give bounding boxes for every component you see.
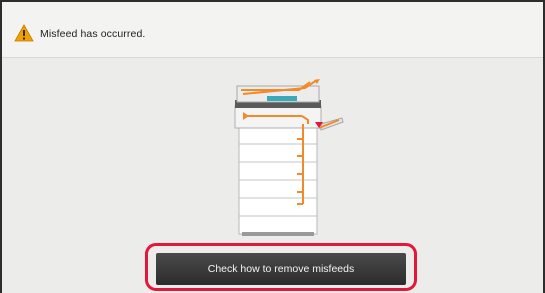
copier-misfeed-icon — [234, 79, 344, 236]
check-misfeeds-button[interactable]: Check how to remove misfeeds — [156, 253, 406, 285]
misfeed-message: Misfeed has occurred. — [40, 28, 146, 40]
warning-icon — [14, 24, 34, 42]
message-header: Misfeed has occurred. — [2, 2, 543, 58]
misfeed-screen: Misfeed has occurred. Check how to remov… — [0, 0, 545, 293]
